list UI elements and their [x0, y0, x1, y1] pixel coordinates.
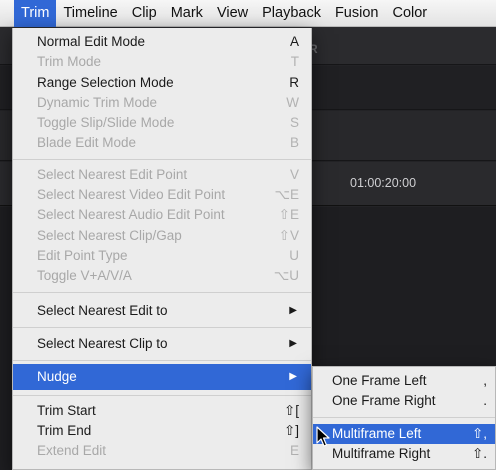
submenu-item-shortcut: .	[483, 393, 487, 408]
menu-separator	[13, 394, 311, 396]
menu-item-shortcut: B	[289, 135, 299, 151]
menu-item-shortcut: E	[289, 443, 299, 459]
menu-item-label: Toggle V+A/V/A	[37, 268, 132, 284]
menu-mark[interactable]: Mark	[164, 0, 210, 27]
chevron-right-icon: ▶	[289, 337, 297, 349]
menu-item-shortcut: U	[289, 247, 299, 263]
menu-item-nudge[interactable]: Nudge ▶	[13, 363, 311, 390]
menu-item-shortcut: A	[289, 34, 299, 49]
submenu-item-label: One Frame Left	[332, 373, 427, 388]
menu-item-label: Select Nearest Clip to	[37, 335, 168, 351]
menu-item-extend-edit: Extend Edit E	[13, 441, 311, 461]
menu-view[interactable]: View	[210, 0, 255, 27]
menu-item-shortcut: T	[290, 54, 299, 70]
menu-item-edit-point-type: Edit Point Type U	[13, 246, 311, 266]
menu-item-shortcut: ⇧V	[278, 227, 299, 243]
menu-item-shortcut: S	[289, 115, 299, 131]
menu-item-label: Extend Edit	[37, 443, 107, 459]
submenu-item-label: Multiframe Right	[332, 446, 431, 461]
menu-clip[interactable]: Clip	[125, 0, 164, 27]
menu-item-shortcut: ⌥U	[273, 268, 299, 284]
menu-fusion[interactable]: Fusion	[328, 0, 386, 27]
menu-item-trim-start[interactable]: Trim Start ⇧[	[13, 401, 311, 421]
menu-item-label: Select Nearest Video Edit Point	[37, 187, 226, 203]
menu-item-shortcut: R	[289, 74, 299, 90]
submenu-item-shortcut: ⇧.	[471, 446, 487, 461]
menu-item-shortcut: V	[289, 166, 299, 182]
menu-item-label: Blade Edit Mode	[37, 135, 137, 151]
chevron-right-icon: ▶	[289, 304, 297, 316]
chevron-right-icon: ▶	[289, 370, 297, 382]
menu-item-trim-mode: Trim Mode T	[13, 52, 311, 72]
menu-trim[interactable]: Trim	[14, 0, 57, 27]
mouse-pointer-icon	[316, 426, 330, 447]
menu-item-label: Select Nearest Edit Point	[37, 166, 188, 182]
submenu-item-multiframe-left[interactable]: Multiframe Left ⇧,	[313, 424, 495, 444]
menu-separator	[13, 359, 311, 361]
menu-item-label: Range Selection Mode	[37, 74, 174, 90]
menu-item-label: Nudge	[37, 368, 77, 384]
menu-playback[interactable]: Playback	[255, 0, 328, 27]
menu-item-shortcut: ⇧E	[278, 207, 299, 223]
submenu-item-multiframe-right[interactable]: Multiframe Right ⇧.	[313, 444, 495, 464]
menu-separator	[13, 291, 311, 293]
menu-item-select-nearest-video-edit-point: Select Nearest Video Edit Point ⌥E	[13, 185, 311, 205]
menu-item-trim-end[interactable]: Trim End ⇧]	[13, 421, 311, 441]
menu-item-blade-edit-mode: Blade Edit Mode B	[13, 133, 311, 153]
menu-color[interactable]: Color	[385, 0, 434, 27]
ruler-timecode: 01:00:20:00	[350, 176, 417, 190]
menu-item-label: Trim End	[37, 422, 92, 438]
nudge-submenu: One Frame Left , One Frame Right . Multi…	[312, 366, 496, 470]
menu-item-select-nearest-edit-point: Select Nearest Edit Point V	[13, 165, 311, 185]
menu-item-label: Toggle Slip/Slide Mode	[37, 115, 175, 131]
menu-item-label: Trim Mode	[37, 54, 102, 70]
menu-item-label: Select Nearest Clip/Gap	[37, 227, 182, 243]
menu-item-normal-edit-mode[interactable]: Normal Edit Mode A	[13, 32, 311, 52]
submenu-item-one-frame-right[interactable]: One Frame Right .	[313, 391, 495, 411]
menu-item-select-nearest-audio-edit-point: Select Nearest Audio Edit Point ⇧E	[13, 205, 311, 225]
menu-separator	[313, 417, 495, 418]
menu-item-label: Select Nearest Audio Edit Point	[37, 207, 225, 223]
menu-timeline[interactable]: Timeline	[56, 0, 124, 27]
trim-menu-dropdown: Normal Edit Mode A Trim Mode T Range Sel…	[12, 28, 312, 470]
menu-item-toggle-slip-slide-mode: Toggle Slip/Slide Mode S	[13, 113, 311, 133]
submenu-item-label: One Frame Right	[332, 393, 436, 408]
submenu-item-label: Multiframe Left	[332, 426, 422, 441]
menu-item-label: Trim Start	[37, 402, 96, 418]
menu-separator	[13, 326, 311, 328]
menu-item-select-nearest-clip-to[interactable]: Select Nearest Clip to ▶	[13, 331, 311, 357]
menu-item-shortcut: ⇧]	[283, 422, 299, 438]
menu-bar: Trim Timeline Clip Mark View Playback Fu…	[0, 0, 496, 27]
submenu-item-shortcut: ⇧,	[471, 426, 487, 441]
menu-item-shortcut: ⇧[	[283, 402, 299, 418]
menu-item-select-nearest-edit-to[interactable]: Select Nearest Edit to ▶	[13, 298, 311, 324]
menu-item-toggle-v-a: Toggle V+A/V/A ⌥U	[13, 266, 311, 286]
menu-item-label: Normal Edit Mode	[37, 34, 146, 49]
menu-item-range-selection-mode[interactable]: Range Selection Mode R	[13, 73, 311, 93]
menu-item-label: Edit Point Type	[37, 247, 128, 263]
menu-item-label: Select Nearest Edit to	[37, 302, 168, 318]
menu-item-select-nearest-clip-gap: Select Nearest Clip/Gap ⇧V	[13, 226, 311, 246]
menu-separator	[13, 158, 311, 160]
menu-item-shortcut: W	[286, 94, 299, 110]
menu-item-label: Dynamic Trim Mode	[37, 94, 158, 110]
submenu-item-shortcut: ,	[483, 373, 487, 388]
menu-item-shortcut: ⌥E	[274, 187, 299, 203]
menu-item-dynamic-trim-mode: Dynamic Trim Mode W	[13, 93, 311, 113]
submenu-item-one-frame-left[interactable]: One Frame Left ,	[313, 371, 495, 391]
